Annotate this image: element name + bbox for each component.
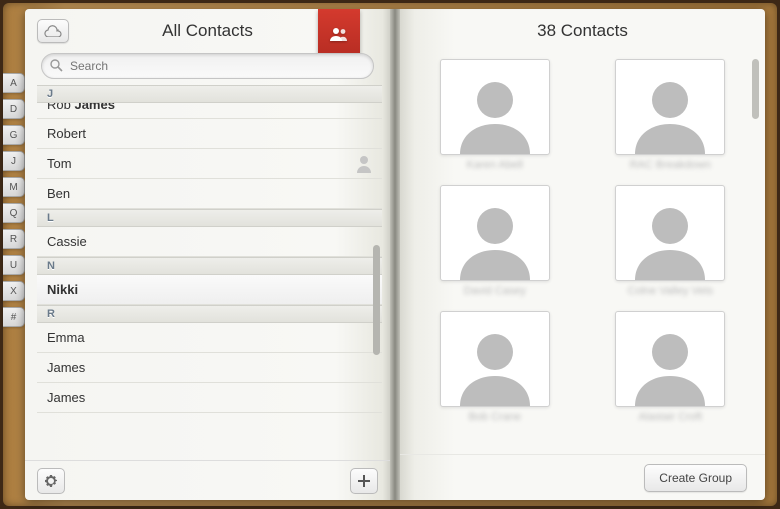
contact-row[interactable]: James xyxy=(37,353,382,383)
contact-name: Robert xyxy=(47,126,86,141)
person-icon xyxy=(356,155,372,176)
add-icon xyxy=(358,475,370,487)
contact-name: James xyxy=(47,360,85,375)
index-tab-m[interactable]: M xyxy=(3,177,25,197)
avatar xyxy=(440,311,550,407)
settings-button[interactable] xyxy=(37,468,65,494)
section-header: N xyxy=(37,257,382,275)
contact-grid: Karen Abell RAC Breakdown David Casey Colne… xyxy=(400,53,765,454)
book-pages: All Contacts JRob James Robert Tom xyxy=(25,9,765,500)
book-spine xyxy=(390,9,400,500)
right-footer: Create Group xyxy=(400,454,765,500)
contact-name: Cassie xyxy=(47,234,87,249)
contact-name: Rob James xyxy=(47,103,115,112)
scrollbar-thumb[interactable] xyxy=(373,245,380,355)
card-name: RAC Breakdown xyxy=(630,159,711,171)
search-input[interactable] xyxy=(41,53,374,79)
left-header: All Contacts xyxy=(25,9,390,53)
group-icon xyxy=(328,26,350,42)
index-tab-g[interactable]: G xyxy=(3,125,25,145)
contact-row[interactable]: Nikki xyxy=(37,275,382,305)
card-name: David Casey xyxy=(464,285,526,297)
section-header: J xyxy=(37,85,382,103)
left-footer xyxy=(25,460,390,500)
contact-row[interactable]: James xyxy=(37,383,382,413)
avatar xyxy=(440,185,550,281)
section-header: R xyxy=(37,305,382,323)
index-tab-j[interactable]: J xyxy=(3,151,25,171)
page-title: All Contacts xyxy=(162,21,253,41)
avatar xyxy=(615,311,725,407)
contact-card[interactable]: Colne Valley Vets xyxy=(598,185,744,297)
contact-count: 38 Contacts xyxy=(537,21,628,41)
contact-row[interactable]: Emma xyxy=(37,323,382,353)
section-header: L xyxy=(37,209,382,227)
index-tab-x[interactable]: X xyxy=(3,281,25,301)
contact-row[interactable]: Rob James xyxy=(37,103,382,119)
contact-card[interactable]: David Casey xyxy=(422,185,568,297)
index-tab-a[interactable]: A xyxy=(3,73,25,93)
contact-card[interactable]: Bob Crane xyxy=(422,311,568,423)
card-name: Bob Crane xyxy=(468,411,521,423)
avatar xyxy=(440,59,550,155)
right-header: 38 Contacts xyxy=(400,9,765,53)
card-name: Alastair Croft xyxy=(638,411,702,423)
contact-name: James xyxy=(47,390,85,405)
contact-name: Tom xyxy=(47,156,72,171)
contact-card[interactable]: RAC Breakdown xyxy=(598,59,744,171)
search-row xyxy=(25,53,390,85)
scrollbar-thumb[interactable] xyxy=(752,59,759,119)
card-name: Colne Valley Vets xyxy=(628,285,713,297)
contact-name: Nikki xyxy=(47,282,78,297)
card-name: Karen Abell xyxy=(467,159,523,171)
avatar xyxy=(615,185,725,281)
group-ribbon[interactable] xyxy=(318,9,360,59)
contact-name: Emma xyxy=(47,330,85,345)
gear-icon xyxy=(44,474,58,488)
cloud-icon xyxy=(44,25,62,37)
contact-row[interactable]: Ben xyxy=(37,179,382,209)
contact-row[interactable]: Robert xyxy=(37,119,382,149)
index-tab-d[interactable]: D xyxy=(3,99,25,119)
avatar xyxy=(615,59,725,155)
index-tab-q[interactable]: Q xyxy=(3,203,25,223)
alphabet-index: ADGJMQRUX # xyxy=(3,73,25,327)
index-tab-#[interactable]: # xyxy=(3,307,25,327)
contact-name: Ben xyxy=(47,186,70,201)
left-page: All Contacts JRob James Robert Tom xyxy=(25,9,390,500)
search-icon xyxy=(50,59,63,77)
create-group-button[interactable]: Create Group xyxy=(644,464,747,492)
contact-list: JRob James Robert Tom Ben L Cassie N Nikki R Emma… xyxy=(37,85,382,460)
contact-card[interactable]: Alastair Croft xyxy=(598,311,744,423)
cloud-button[interactable] xyxy=(37,19,69,43)
right-page: 38 Contacts Karen Abell RAC Breakdown Davi… xyxy=(400,9,765,500)
add-contact-button[interactable] xyxy=(350,468,378,494)
index-tab-u[interactable]: U xyxy=(3,255,25,275)
contact-row[interactable]: Cassie xyxy=(37,227,382,257)
book-cover: ADGJMQRUX# All Contacts xyxy=(3,3,777,506)
contact-row[interactable]: Tom xyxy=(37,149,382,179)
contact-card[interactable]: Karen Abell xyxy=(422,59,568,171)
index-tab-r[interactable]: R xyxy=(3,229,25,249)
